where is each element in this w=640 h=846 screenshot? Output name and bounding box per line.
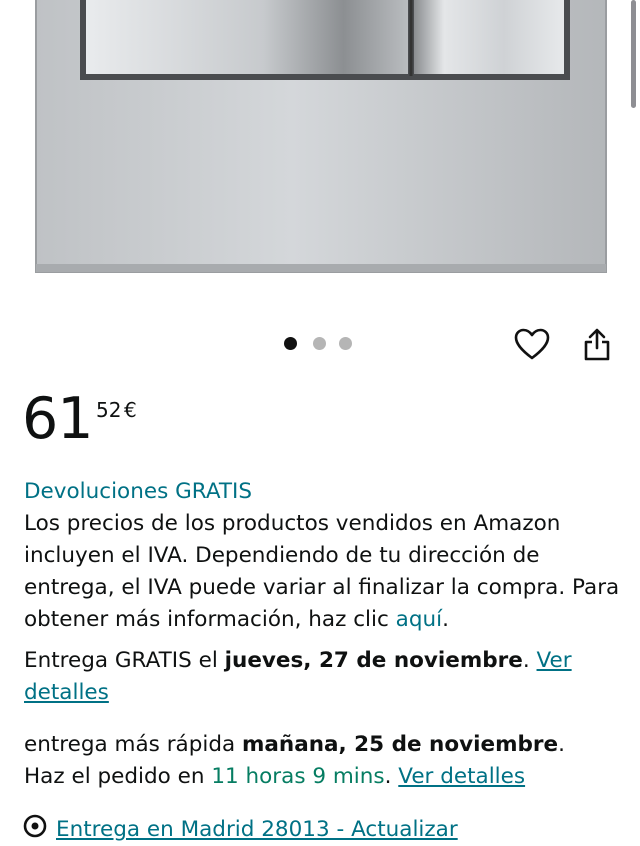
returns-link[interactable]: Devoluciones GRATIS — [24, 476, 624, 508]
delivery-prefix: Entrega GRATIS el — [24, 648, 225, 673]
favorite-button[interactable] — [514, 327, 550, 363]
carousel-dot-2[interactable] — [313, 337, 326, 350]
price-fraction: 52 — [96, 398, 122, 422]
vat-end: . — [442, 607, 449, 632]
free-delivery: Entrega GRATIS el jueves, 27 de noviembr… — [24, 645, 624, 709]
fast-delivery-prefix: entrega más rápida — [24, 732, 242, 757]
fast-delivery-details-link[interactable]: Ver detalles — [398, 764, 525, 789]
fast-delivery-date: mañana, 25 de noviembre — [241, 732, 559, 757]
location-text[interactable]: Entrega en Madrid 28013 - Actualizar — [56, 817, 458, 842]
carousel-dot-1[interactable] — [284, 337, 297, 350]
location-pin-icon — [23, 814, 47, 838]
vat-info-link[interactable]: aquí — [396, 607, 442, 632]
share-button[interactable] — [583, 326, 611, 362]
delivery-suffix: . — [522, 648, 537, 673]
returns-label[interactable]: Devoluciones GRATIS — [24, 479, 252, 504]
price-whole: 61 — [22, 386, 94, 452]
product-image[interactable] — [0, 0, 640, 300]
delivery-date: jueves, 27 de noviembre — [224, 648, 523, 673]
heart-outline-icon — [514, 328, 550, 360]
price-currency: € — [124, 398, 137, 422]
scroll-indicator — [631, 0, 636, 108]
fast-delivery: entrega más rápida mañana, 25 de noviemb… — [24, 729, 624, 793]
fast-delivery-suffix: . — [558, 732, 565, 757]
order-suffix: . — [384, 764, 399, 789]
order-countdown: 11 horas 9 mins — [211, 764, 385, 789]
vat-text: Los precios de los productos vendidos en… — [24, 511, 620, 632]
vat-notice: Los precios de los productos vendidos en… — [24, 508, 624, 636]
delivery-location[interactable]: Entrega en Madrid 28013 - Actualizar — [22, 814, 622, 846]
carousel-dot-3[interactable] — [339, 337, 352, 350]
share-icon — [584, 328, 610, 361]
order-prefix: Haz el pedido en — [24, 764, 212, 789]
